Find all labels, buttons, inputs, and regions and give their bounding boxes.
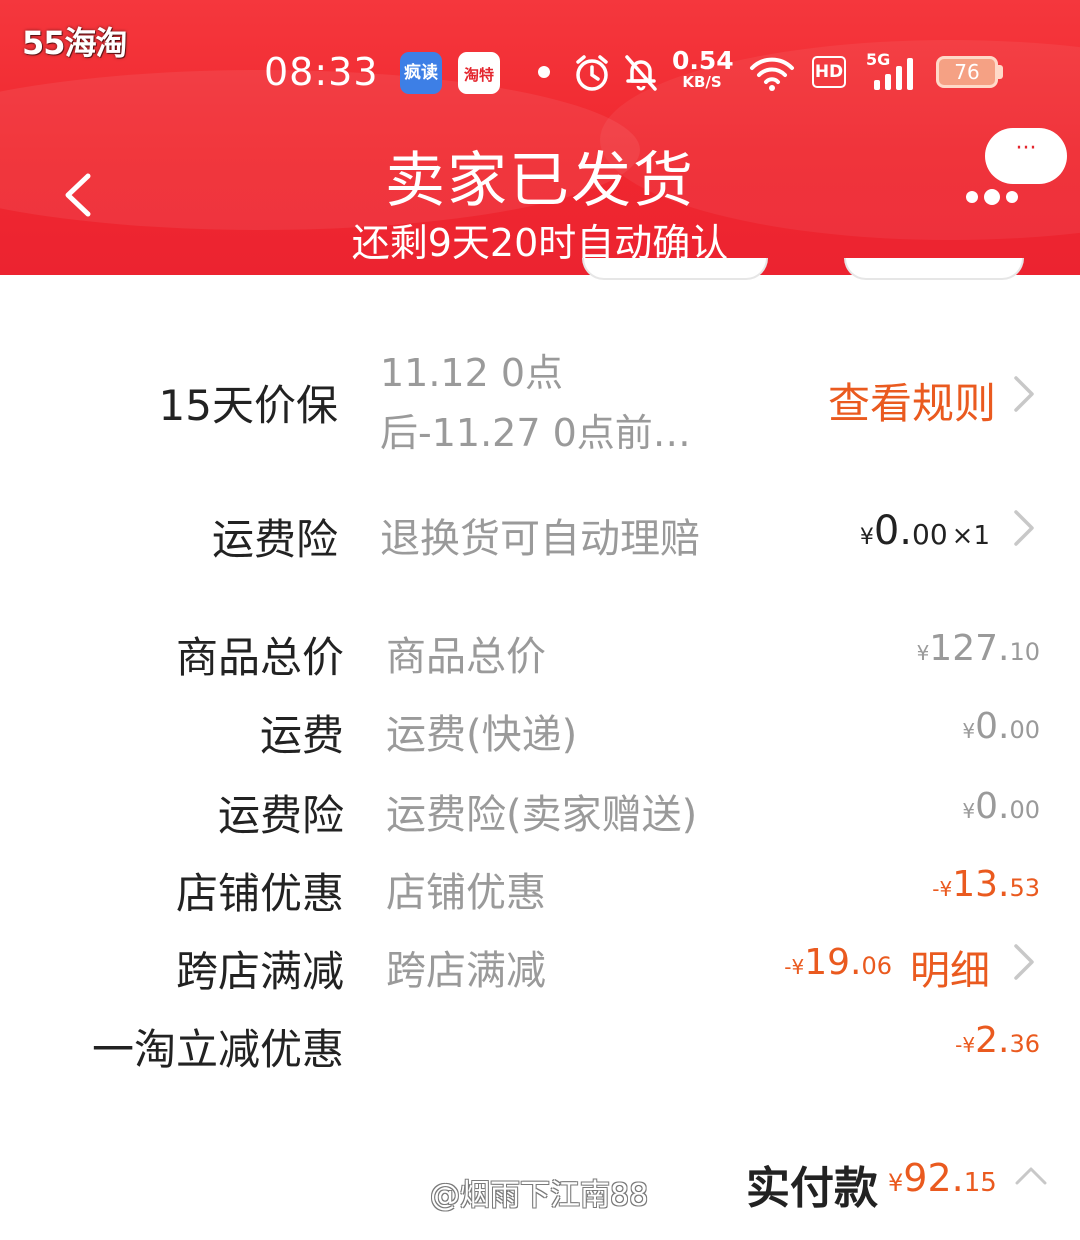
chevron-right-icon xyxy=(1014,944,1034,980)
app-notification-icon: 疯读 xyxy=(400,52,442,94)
price-row-desc: 店铺优惠 xyxy=(386,870,546,916)
amount-decimal: 10 xyxy=(1009,638,1040,666)
amount-decimal: 53 xyxy=(1009,874,1040,902)
network-speed: 0.54 KB/S xyxy=(672,46,734,91)
price-row-label: 跨店满减 xyxy=(175,947,344,996)
network-speed-value: 0.54 xyxy=(672,46,734,75)
chevron-right-icon xyxy=(1014,376,1034,412)
currency-symbol: ¥ xyxy=(859,525,874,550)
price-protection-period-line1: 11.12 0点 xyxy=(380,351,564,395)
view-rules-link[interactable]: 查看规则 xyxy=(828,370,996,431)
amount-integer: 0. xyxy=(873,508,913,554)
notification-dot-icon xyxy=(538,66,550,78)
amount-integer: 2. xyxy=(975,1020,1010,1061)
price-row-label: 店铺优惠 xyxy=(175,869,344,918)
price-row-amount: -¥13.53 xyxy=(932,864,1040,905)
amount-decimal: 06 xyxy=(861,952,892,980)
price-protection-period-line2: 后-11.27 0点前… xyxy=(380,411,691,455)
amount-integer: 92. xyxy=(903,1156,964,1200)
price-row-amount: ¥0.00 xyxy=(962,706,1040,747)
brand-watermark: 55海淘 xyxy=(22,24,128,62)
shipping-insurance-row[interactable]: 运费险 退换货可自动理赔 ¥0.00 ×1 xyxy=(0,500,1080,564)
price-row-subtotal: 商品总价 商品总价 ¥127.10 xyxy=(0,620,1080,682)
quantity: ×1 xyxy=(951,521,990,551)
price-row-store-discount: 店铺优惠 店铺优惠 -¥13.53 xyxy=(0,858,1080,918)
amount-decimal: 00 xyxy=(912,518,948,551)
chevron-up-icon[interactable] xyxy=(1014,1164,1048,1186)
amount-integer: 13. xyxy=(952,864,1010,905)
amount-decimal: 36 xyxy=(1009,1030,1040,1058)
amount-decimal: 00 xyxy=(1009,716,1040,744)
price-row-desc: 商品总价 xyxy=(386,634,546,680)
amount-integer: 0. xyxy=(975,786,1010,827)
currency-symbol: ¥ xyxy=(962,1033,976,1057)
price-row-label: 运费 xyxy=(259,711,344,760)
currency-symbol: ¥ xyxy=(962,719,976,743)
user-watermark: @烟雨下江南88 xyxy=(430,1178,649,1213)
alarm-icon xyxy=(576,55,608,91)
shipping-insurance-desc: 退换货可自动理赔 xyxy=(380,516,700,562)
signal-strength-icon xyxy=(874,58,913,90)
battery-icon: 76 xyxy=(936,56,998,88)
price-row-desc: 运费险(卖家赠送) xyxy=(386,792,698,838)
shipping-insurance-amount: ¥0.00 ×1 xyxy=(860,508,990,554)
header-tab-edge xyxy=(582,258,768,280)
price-row-etao-discount: 一淘立减优惠 -¥2.36 xyxy=(0,1014,1080,1074)
price-row-label: 一淘立减优惠 xyxy=(91,1025,344,1074)
page-title: 卖家已发货 xyxy=(385,146,695,216)
price-row-amount: ¥127.10 xyxy=(917,628,1040,669)
currency-symbol: ¥ xyxy=(962,799,976,823)
price-row-label: 商品总价 xyxy=(175,633,344,682)
price-row-amount: ¥0.00 xyxy=(962,786,1040,827)
price-protection-label: 15天价保 xyxy=(158,381,338,430)
price-row-amount: -¥19.06 xyxy=(784,942,892,983)
wifi-icon xyxy=(750,57,794,91)
chevron-right-icon xyxy=(1014,510,1034,546)
hd-badge: HD xyxy=(812,56,846,88)
network-speed-unit: KB/S xyxy=(682,73,722,91)
amount-decimal: 00 xyxy=(1009,796,1040,824)
price-row-label: 运费险 xyxy=(217,791,344,840)
currency-symbol: ¥ xyxy=(791,955,805,979)
discount-detail-link[interactable]: 明细 xyxy=(910,938,990,996)
total-paid-amount: ¥92.15 xyxy=(888,1156,997,1200)
shipping-insurance-label: 运费险 xyxy=(211,515,338,564)
more-dots-icon[interactable] xyxy=(966,186,1024,205)
amount-integer: 127. xyxy=(929,628,1010,669)
header-tab-edge xyxy=(844,258,1024,280)
mute-bell-icon xyxy=(625,55,657,91)
currency-symbol: ¥ xyxy=(916,641,930,665)
currency-symbol: ¥ xyxy=(939,877,953,901)
battery-tip xyxy=(998,65,1003,79)
status-time: 08:33 xyxy=(264,50,379,94)
price-row-desc: 跨店满减 xyxy=(386,948,546,994)
price-row-cross-store-discount[interactable]: 跨店满减 跨店满减 -¥19.06 明细 xyxy=(0,936,1080,996)
price-row-shipping: 运费 运费(快递) ¥0.00 xyxy=(0,700,1080,760)
app-notification-icon: 淘特 xyxy=(458,52,500,94)
price-row-desc: 运费(快递) xyxy=(386,712,578,758)
currency-symbol: ¥ xyxy=(888,1169,904,1197)
total-paid-label: 实付款 xyxy=(746,1163,878,1214)
price-row-shipping-insurance: 运费险 运费险(卖家赠送) ¥0.00 xyxy=(0,780,1080,840)
amount-integer: 19. xyxy=(804,942,862,983)
status-bar: 08:33 疯读 淘特 0.54 KB/S HD 5G 76 xyxy=(0,46,1080,98)
price-protection-row[interactable]: 15天价保 11.12 0点 后-11.27 0点前… 查看规则 xyxy=(0,340,1080,455)
more-options-button[interactable]: ··· xyxy=(985,128,1067,184)
amount-integer: 0. xyxy=(975,706,1010,747)
amount-decimal: 15 xyxy=(963,1168,997,1198)
price-row-amount: -¥2.36 xyxy=(955,1020,1040,1061)
header-bar: 08:33 疯读 淘特 0.54 KB/S HD 5G 76 卖家已发货 还剩9… xyxy=(0,0,1080,275)
